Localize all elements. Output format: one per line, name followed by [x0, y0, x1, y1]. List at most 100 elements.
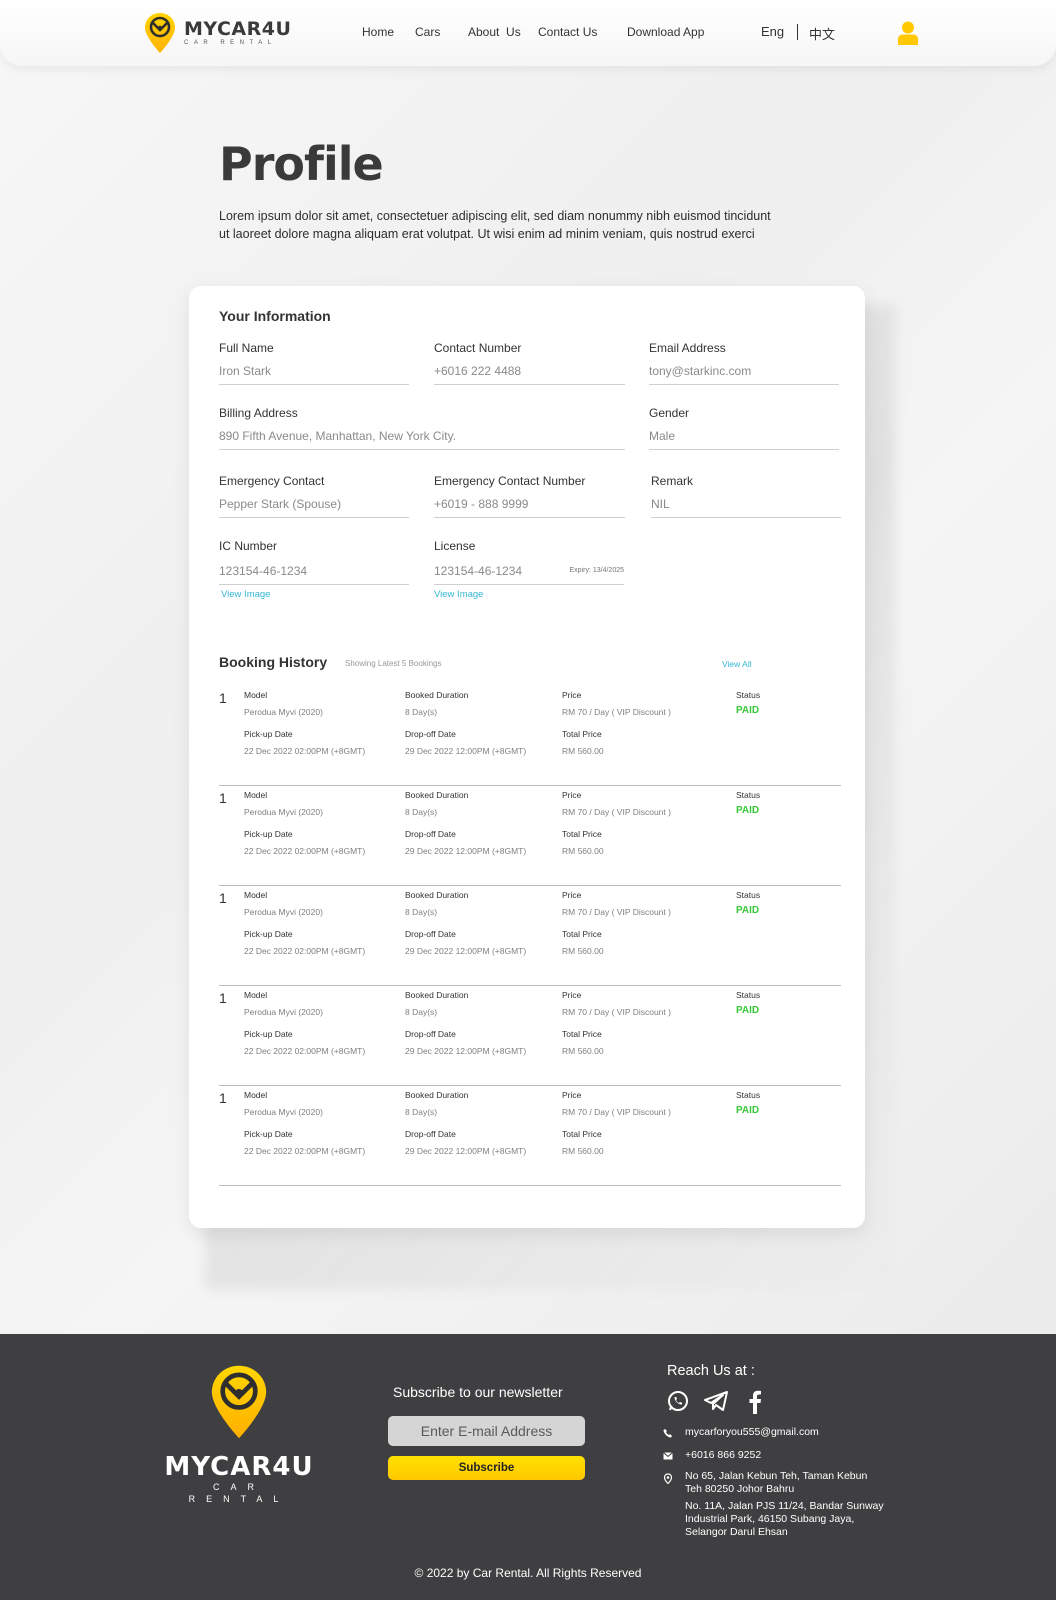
gender-field[interactable]: Gender Male [649, 406, 839, 450]
license-value: 123154-46-1234 [434, 564, 523, 578]
nav-about-us[interactable]: About Us [468, 25, 521, 39]
telegram-icon[interactable] [704, 1390, 728, 1412]
booking-duration-label: Booked Duration [405, 990, 469, 1000]
emergency-contact-value: Pepper Stark (Spouse) [219, 497, 342, 511]
remark-value: NIL [651, 497, 670, 511]
footer-logo[interactable]: MYCAR4U CAR RENTAL [163, 1364, 315, 1505]
nav-cars[interactable]: Cars [415, 25, 440, 39]
booking-duration-value: 8 Day(s) [405, 1007, 438, 1017]
lang-separator [797, 24, 798, 40]
page-title: Profile [219, 137, 384, 191]
intro-line-1: Lorem ipsum dolor sit amet, consectetuer… [219, 209, 771, 223]
booking-total-value: RM 560.00 [562, 746, 604, 756]
booking-model-label: Model [244, 1090, 268, 1100]
booking-pickup-label: Pick-up Date [244, 929, 293, 939]
full-name-field[interactable]: Full Name Iron Stark [219, 341, 409, 385]
emergency-number-value: +6019 - 888 9999 [434, 497, 529, 511]
full-name-value: Iron Stark [219, 364, 272, 378]
booking-duration-label: Booked Duration [405, 1090, 469, 1100]
booking-model-label: Model [244, 790, 268, 800]
location-icon [663, 1473, 673, 1485]
newsletter-email-input[interactable] [388, 1416, 585, 1446]
full-name-label: Full Name [219, 341, 274, 355]
booking-price-label: Price [562, 1090, 582, 1100]
booking-dropoff-label: Drop-off Date [405, 1029, 456, 1039]
footer-phone[interactable]: +6016 866 9252 [685, 1449, 761, 1462]
whatsapp-icon[interactable] [667, 1390, 689, 1412]
booking-duration-label: Booked Duration [405, 890, 469, 900]
view-all-link[interactable]: View All [722, 659, 752, 669]
lang-chinese[interactable]: 中文 [809, 24, 835, 43]
billing-address-value: 890 Fifth Avenue, Manhattan, New York Ci… [219, 429, 457, 443]
status-badge: PAID [736, 1005, 760, 1016]
booking-total-label: Total Price [562, 1029, 602, 1039]
user-icon[interactable] [898, 21, 918, 45]
booking-row[interactable]: 1 Model Perodua Myvi (2020) Booked Duration… [219, 1086, 841, 1186]
contact-number-label: Contact Number [434, 341, 522, 355]
license-view-image-link[interactable]: View Image [434, 589, 483, 600]
nav-contact-us[interactable]: Contact Us [538, 25, 597, 39]
newsletter-title: Subscribe to our newsletter [393, 1384, 563, 1400]
booking-index: 1 [219, 990, 227, 1006]
booking-total-value: RM 560.00 [562, 946, 604, 956]
booking-price-value: RM 70 / Day ( VIP Discount ) [562, 807, 671, 817]
copyright: © 2022 by Car Rental. All Rights Reserve… [414, 1566, 642, 1580]
ic-number-field[interactable]: IC Number 123154-46-1234 [219, 539, 409, 585]
license-field[interactable]: License 123154-46-1234 Expiry: 13/4/2025 [434, 539, 624, 585]
booking-row[interactable]: 1 Model Perodua Myvi (2020) Booked Duration… [219, 786, 841, 886]
booking-pickup-label: Pick-up Date [244, 1029, 293, 1039]
contact-number-field[interactable]: Contact Number +6016 222 4488 [434, 341, 625, 385]
booking-status-label: Status [736, 790, 761, 800]
license-expiry: Expiry: 13/4/2025 [569, 567, 624, 574]
address-1-line-1: No 65, Jalan Kebun Teh, Taman Kebun [685, 1470, 868, 1482]
booking-total-value: RM 560.00 [562, 846, 604, 856]
booking-model-label: Model [244, 890, 268, 900]
booking-row[interactable]: 1 Model Perodua Myvi (2020) Booked Duration… [219, 686, 841, 786]
address-1-line-2: Teh 80250 Johor Bahru [685, 1483, 795, 1495]
booking-status-label: Status [736, 890, 761, 900]
subscribe-button[interactable]: Subscribe [388, 1456, 585, 1480]
booking-price-value: RM 70 / Day ( VIP Discount ) [562, 907, 671, 917]
nav-download-app[interactable]: Download App [627, 25, 704, 39]
gender-label: Gender [649, 406, 690, 420]
ic-view-image-link[interactable]: View Image [221, 589, 270, 600]
email-value: tony@starkinc.com [649, 364, 752, 378]
logo-pin-icon [145, 13, 175, 53]
facebook-icon[interactable] [748, 1390, 762, 1414]
lang-eng[interactable]: Eng [761, 24, 784, 39]
booking-index: 1 [219, 1090, 227, 1106]
booking-dropoff-value: 29 Dec 2022 12:00PM (+8GMT) [405, 1146, 527, 1156]
reach-us-title: Reach Us at : [667, 1363, 755, 1379]
booking-model-label: Model [244, 990, 268, 1000]
footer-email[interactable]: mycarforyou555@gmail.com [685, 1426, 819, 1439]
booking-total-label: Total Price [562, 829, 602, 839]
emergency-number-field[interactable]: Emergency Contact Number +6019 - 888 999… [434, 474, 625, 518]
booking-duration-value: 8 Day(s) [405, 907, 438, 917]
booking-pickup-value: 22 Dec 2022 02:00PM (+8GMT) [244, 846, 366, 856]
emergency-contact-label: Emergency Contact [219, 474, 325, 488]
billing-address-field[interactable]: Billing Address 890 Fifth Avenue, Manhat… [219, 406, 625, 450]
email-field[interactable]: Email Address tony@starkinc.com [649, 341, 839, 385]
intro-line-2: ut laoreet dolore magna aliquam erat vol… [219, 227, 755, 241]
ic-number-value: 123154-46-1234 [219, 564, 308, 578]
booking-price-label: Price [562, 890, 582, 900]
site-header: MYCAR4U CAR RENTAL Home Cars About Us Co… [0, 0, 1056, 66]
booking-status-label: Status [736, 990, 761, 1000]
booking-price-value: RM 70 / Day ( VIP Discount ) [562, 707, 671, 717]
booking-model-value: Perodua Myvi (2020) [244, 907, 323, 917]
emergency-contact-field[interactable]: Emergency Contact Pepper Stark (Spouse) [219, 474, 409, 518]
brand-logo[interactable]: MYCAR4U CAR RENTAL [144, 12, 291, 54]
mail-icon [663, 1452, 673, 1460]
booking-history-subtitle: Showing Latest 5 Bookings [345, 659, 442, 668]
booking-row[interactable]: 1 Model Perodua Myvi (2020) Booked Duration… [219, 986, 841, 1086]
booking-dropoff-label: Drop-off Date [405, 729, 456, 739]
booking-index: 1 [219, 790, 227, 806]
nav-home[interactable]: Home [362, 25, 394, 39]
profile-card: Your Information Full Name Iron Stark Co… [189, 286, 865, 1228]
booking-duration-value: 8 Day(s) [405, 807, 438, 817]
billing-address-label: Billing Address [219, 406, 298, 420]
booking-price-value: RM 70 / Day ( VIP Discount ) [562, 1107, 671, 1117]
footer-brand-name: MYCAR4U [164, 1452, 314, 1482]
remark-field[interactable]: Remark NIL [651, 474, 841, 518]
booking-row[interactable]: 1 Model Perodua Myvi (2020) Booked Duration… [219, 886, 841, 986]
